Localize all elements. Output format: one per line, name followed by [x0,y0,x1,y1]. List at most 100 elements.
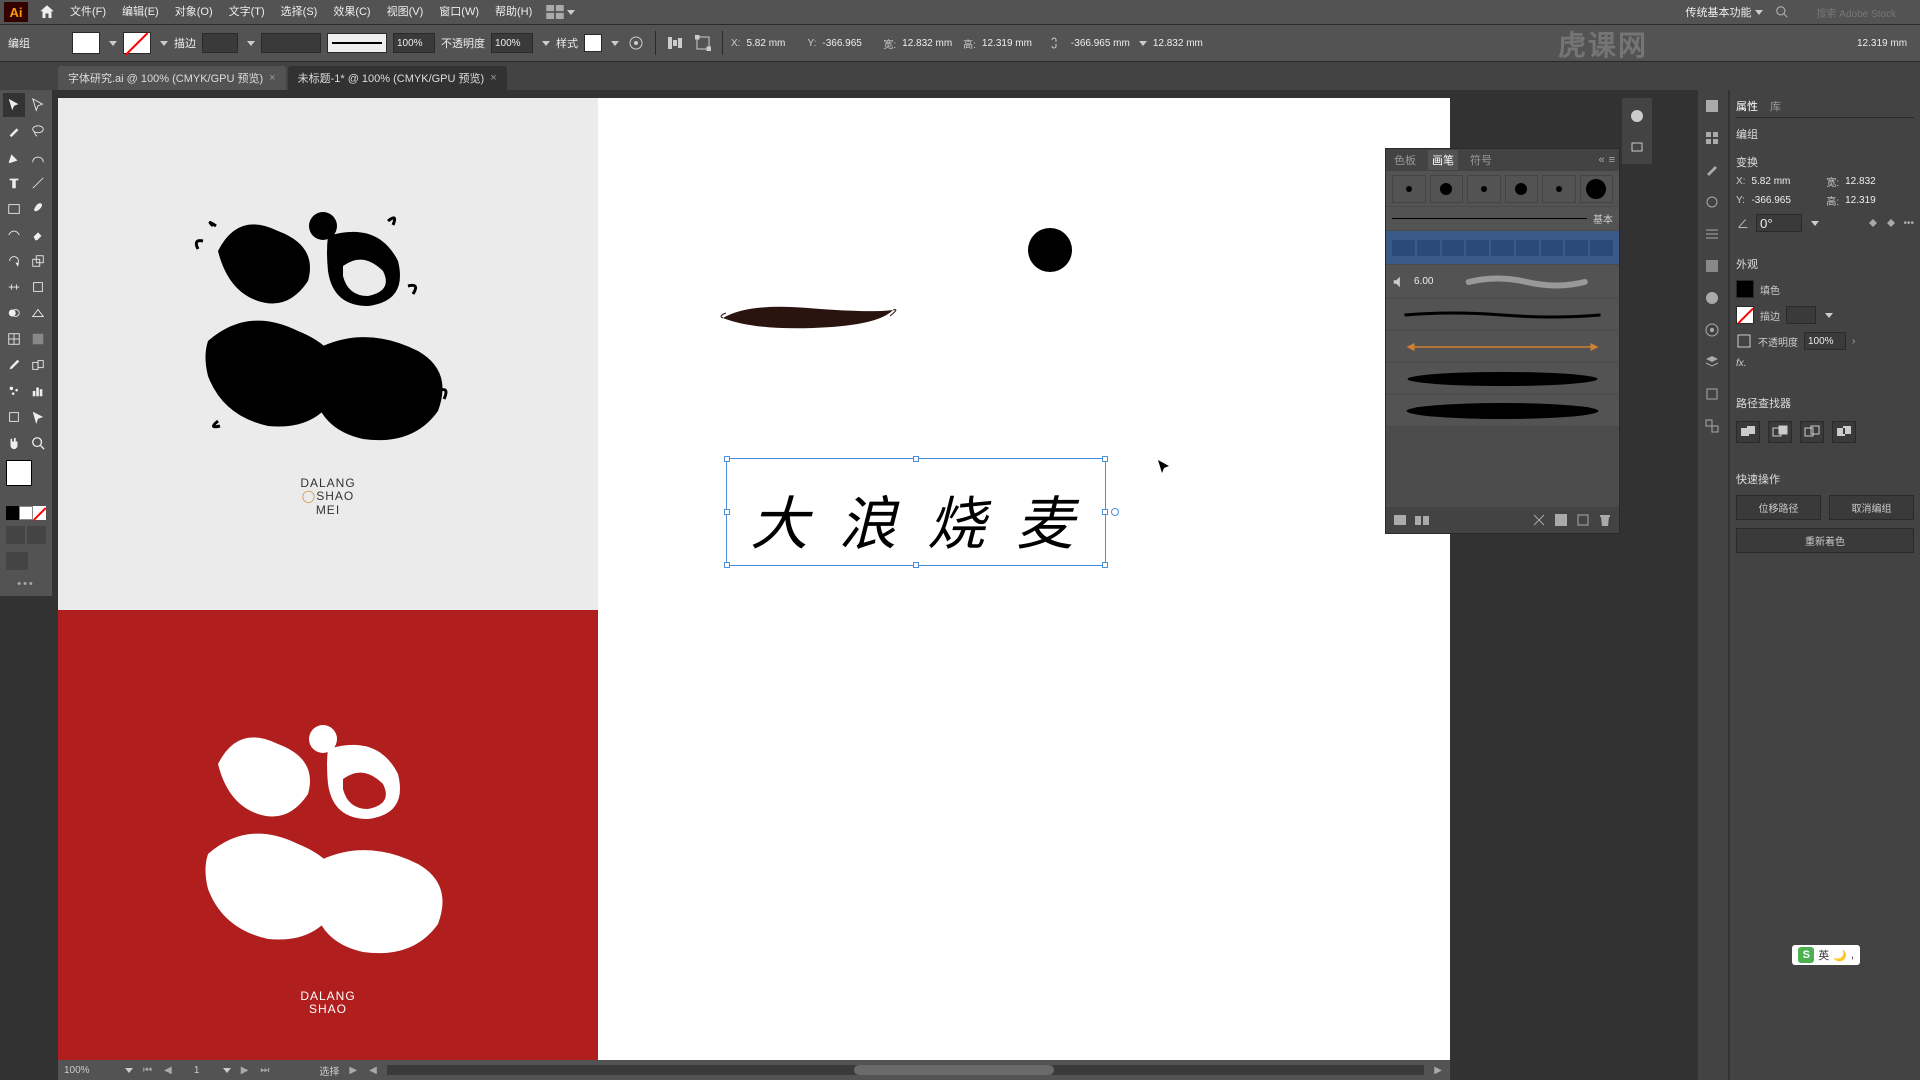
ungroup-button[interactable]: 取消编组 [1829,495,1914,520]
brush-basic[interactable]: 基本 [1386,207,1619,231]
brush-arrow[interactable] [1386,331,1619,363]
document-tab-active[interactable]: 未标题-1* @ 100% (CMYK/GPU 预览)× [288,66,507,90]
brush-dot-sm3[interactable] [1542,175,1576,203]
offset-path-button[interactable]: 位移路径 [1736,495,1821,520]
chevron-down-icon[interactable] [125,1068,133,1073]
resize-handle[interactable] [913,456,919,462]
lasso-tool[interactable] [27,119,49,143]
menu-edit[interactable]: 编辑(E) [114,0,167,24]
angle-input[interactable] [1756,214,1802,232]
type-tool[interactable] [3,171,25,195]
x-value[interactable]: 5.82 mm [1751,176,1820,187]
menu-file[interactable]: 文件(F) [62,0,114,24]
resize-handle[interactable] [1102,562,1108,568]
transform-icon[interactable] [692,32,714,54]
edit-toolbar[interactable]: ••• [2,574,50,594]
align-icon[interactable] [664,32,686,54]
next-artboard-icon[interactable]: ▶ [239,1065,251,1076]
brush-volume-row[interactable]: 6.00 [1386,265,1619,299]
artboard-tool[interactable] [3,405,25,429]
fill-stroke-indicator[interactable] [6,460,46,500]
dock-transparency-icon[interactable] [1704,290,1722,308]
resize-handle[interactable] [724,562,730,568]
free-transform-tool[interactable] [27,275,49,299]
resize-handle[interactable] [724,456,730,462]
tab-properties[interactable]: 属性 [1736,98,1758,114]
brush-stroke-object[interactable] [718,288,898,338]
rotate-tool[interactable] [3,249,25,273]
color-none[interactable] [33,506,46,520]
search-icon[interactable] [1775,5,1789,19]
dock-stroke-icon[interactable] [1704,226,1722,244]
resize-handle[interactable] [1102,456,1108,462]
chevron-down-icon[interactable] [160,41,168,46]
panel-menu-icon[interactable]: ≡ [1609,154,1615,166]
canvas-area[interactable]: DALANG ◯SHAO MEI DALANG SHAO [58,98,1450,1060]
stroke-pct-input[interactable] [393,33,435,53]
perspective-tool[interactable] [27,301,49,325]
delete-brush-icon[interactable] [1597,512,1613,528]
color-white[interactable] [19,506,32,520]
gradient-tool[interactable] [27,327,49,351]
x-value[interactable]: 5.82 mm [746,38,801,49]
menu-type[interactable]: 文字(T) [221,0,273,24]
new-brush-icon[interactable] [1575,512,1591,528]
brush-dot-sm2[interactable] [1467,175,1501,203]
search-stock-field[interactable]: 搜索 Adobe Stock [1797,5,1916,20]
brush-selected[interactable] [1386,231,1619,265]
eyedropper-tool[interactable] [3,353,25,377]
prev-artboard-icon[interactable]: ◀ [162,1065,174,1076]
y-value[interactable]: -366.965 [1751,195,1820,206]
zoom-tool[interactable] [27,431,49,455]
menu-window[interactable]: 窗口(W) [431,0,487,24]
paintbrush-tool[interactable] [27,197,49,221]
hand-tool[interactable] [3,431,25,455]
panel-btn-1[interactable] [1627,106,1647,126]
dock-brushes-icon[interactable] [1704,162,1722,180]
menu-help[interactable]: 帮助(H) [487,0,540,24]
chevron-down-icon[interactable] [223,1068,231,1073]
shear2-value[interactable]: 12.832 mm [1153,38,1208,49]
brush-dot-lg[interactable] [1580,175,1614,203]
width-tool[interactable] [3,275,25,299]
w-value[interactable]: 12.832 [1845,176,1914,187]
zoom-value[interactable]: 100% [64,1065,114,1076]
tab-symbols[interactable]: 符号 [1466,150,1496,170]
more-options-icon[interactable]: ••• [1903,218,1914,229]
stroke-weight-input[interactable] [202,33,238,53]
horizontal-scrollbar[interactable] [387,1065,1424,1075]
ink-blot-object[interactable] [1028,228,1072,272]
scrollbar-thumb[interactable] [854,1065,1054,1075]
resize-handle[interactable] [1102,509,1108,515]
brush-preview[interactable] [327,33,387,53]
chevron-down-icon[interactable] [109,41,117,46]
stroke-profile[interactable] [261,33,321,53]
resize-handle[interactable] [724,509,730,515]
status-dropdown-icon[interactable]: ▶ [347,1065,359,1076]
brush-rough-3[interactable] [1386,395,1619,427]
direct-selection-tool[interactable] [27,93,49,117]
dock-color-icon[interactable] [1704,98,1722,116]
selected-text-object[interactable]: 大 浪 烧 麦 [726,458,1106,566]
first-artboard-icon[interactable]: ⏮ [141,1065,154,1076]
rectangle-tool[interactable] [3,197,25,221]
close-icon[interactable]: × [269,72,275,84]
ime-indicator[interactable]: S英🌙, [1792,945,1860,965]
stroke-swatch[interactable] [123,32,151,54]
style-swatch[interactable] [584,34,602,52]
recolor-button[interactable]: 重新着色 [1736,528,1914,553]
shaper-tool[interactable] [3,223,25,247]
w-value[interactable]: 12.832 mm [902,38,957,49]
flip-h-icon[interactable] [1867,217,1879,229]
recolor-icon[interactable] [625,32,647,54]
eraser-tool[interactable] [27,223,49,247]
chevron-down-icon[interactable] [542,41,550,46]
dock-symbols-icon[interactable] [1704,194,1722,212]
shear-value[interactable]: -366.965 mm [1071,38,1130,49]
chevron-down-icon[interactable] [1139,41,1147,46]
brush-dot-sm[interactable] [1392,175,1426,203]
home-icon[interactable] [38,3,56,21]
scroll-left-icon[interactable]: ◀ [367,1065,379,1076]
dock-swatches-icon[interactable] [1704,130,1722,148]
brush-rough-2[interactable] [1386,363,1619,395]
